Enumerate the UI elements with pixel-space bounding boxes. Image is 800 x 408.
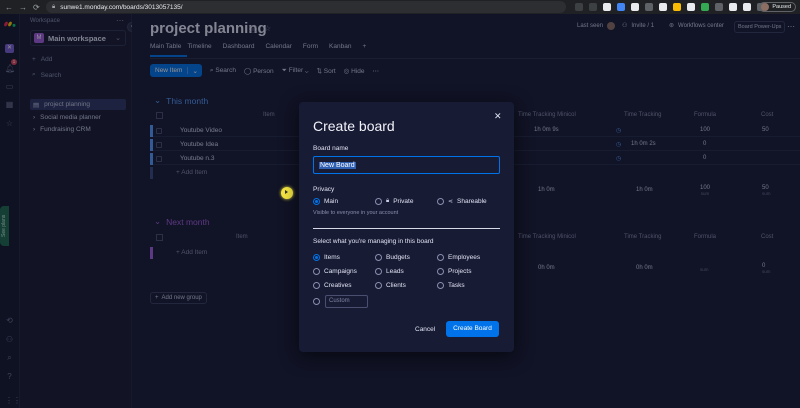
manage-option-employees[interactable]: Employees (437, 254, 480, 261)
profile-button[interactable]: Paused (759, 2, 796, 12)
radio-label: Employees (448, 254, 481, 261)
extension-icon[interactable] (631, 3, 639, 11)
extension-icon[interactable] (701, 3, 709, 11)
manage-option-budgets[interactable]: Budgets (375, 254, 410, 261)
radio-button[interactable] (437, 268, 444, 275)
extension-icon[interactable] (673, 3, 681, 11)
radio-button[interactable] (375, 198, 382, 205)
browser-toolbar: ← → ⟳ 🔒︎ sunwe1.monday.com/boards/301305… (0, 0, 800, 14)
lock-icon: 🔒︎ (386, 198, 390, 204)
manage-label: Select what you're managing in this boar… (313, 238, 434, 245)
mouse-cursor-icon (281, 187, 293, 199)
reload-icon[interactable]: ⟳ (33, 3, 40, 12)
extension-icon[interactable] (645, 3, 653, 11)
radio-button[interactable] (437, 282, 444, 289)
extension-icon[interactable] (715, 3, 723, 11)
create-board-button[interactable]: Create Board (446, 321, 499, 337)
radio-button[interactable] (313, 282, 320, 289)
manage-option-custom[interactable] (313, 298, 320, 305)
share-icon[interactable] (575, 3, 583, 11)
radio-label: Main (324, 198, 339, 205)
cancel-button[interactable]: Cancel (415, 326, 435, 333)
radio-button[interactable] (375, 268, 382, 275)
radio-label: Tasks (448, 282, 465, 289)
manage-option-leads[interactable]: Leads (375, 268, 404, 275)
create-board-dialog: Create board ✕ Board name New Board Priv… (299, 102, 514, 352)
radio-button[interactable] (313, 298, 320, 305)
browser-nav: ← → ⟳ (0, 3, 40, 12)
radio-button[interactable] (437, 254, 444, 261)
radio-label: Projects (448, 268, 472, 275)
star-icon[interactable] (589, 3, 597, 11)
address-bar[interactable]: 🔒︎ sunwe1.monday.com/boards/3013057135/ (46, 1, 566, 13)
privacy-option-shareable[interactable]: ⋖ Shareable (437, 198, 487, 205)
lock-icon: 🔒︎ (52, 3, 56, 10)
radio-button[interactable] (313, 268, 320, 275)
radio-label: Clients (386, 282, 406, 289)
url-text: sunwe1.monday.com/boards/3013057135/ (60, 3, 183, 11)
puzzle-icon[interactable] (743, 3, 751, 11)
divider (313, 228, 500, 229)
radio-label: Items (324, 254, 340, 261)
privacy-label: Privacy (313, 186, 335, 193)
radio-button[interactable] (437, 198, 444, 205)
radio-label: Shareable (457, 198, 487, 205)
manage-option-clients[interactable]: Clients (375, 282, 406, 289)
manage-option-items[interactable]: Items (313, 254, 340, 261)
board-name-value: New Board (319, 161, 356, 169)
privacy-note: Visible to everyone in your account (313, 210, 399, 216)
close-icon[interactable]: ✕ (494, 111, 502, 122)
board-name-label: Board name (313, 145, 349, 152)
extension-icon[interactable] (659, 3, 667, 11)
extension-icon[interactable] (729, 3, 737, 11)
dialog-title: Create board (313, 118, 395, 134)
manage-option-tasks[interactable]: Tasks (437, 282, 465, 289)
browser-extensions (575, 3, 765, 11)
radio-button[interactable] (375, 282, 382, 289)
radio-button[interactable] (313, 198, 320, 205)
board-name-input[interactable]: New Board (313, 156, 500, 174)
manage-option-campaigns[interactable]: Campaigns (313, 268, 357, 275)
extension-icon[interactable] (687, 3, 695, 11)
profile-status: Paused (772, 4, 791, 10)
extension-icon[interactable] (603, 3, 611, 11)
radio-label: Leads (386, 268, 404, 275)
forward-icon[interactable]: → (19, 3, 27, 12)
radio-button[interactable] (375, 254, 382, 261)
custom-input[interactable]: Custom (325, 295, 368, 308)
share-icon: ⋖ (448, 199, 454, 205)
manage-option-projects[interactable]: Projects (437, 268, 471, 275)
manage-option-creatives[interactable]: Creatives (313, 282, 351, 289)
extension-icon[interactable] (617, 3, 625, 11)
privacy-option-private[interactable]: 🔒︎ Private (375, 198, 413, 205)
privacy-option-main[interactable]: Main (313, 198, 338, 205)
radio-label: Budgets (386, 254, 410, 261)
radio-button[interactable] (313, 254, 320, 261)
radio-label: Creatives (324, 282, 352, 289)
radio-label: Campaigns (324, 268, 357, 275)
avatar (761, 3, 770, 11)
radio-label: Private (393, 198, 414, 205)
back-icon[interactable]: ← (5, 3, 13, 12)
